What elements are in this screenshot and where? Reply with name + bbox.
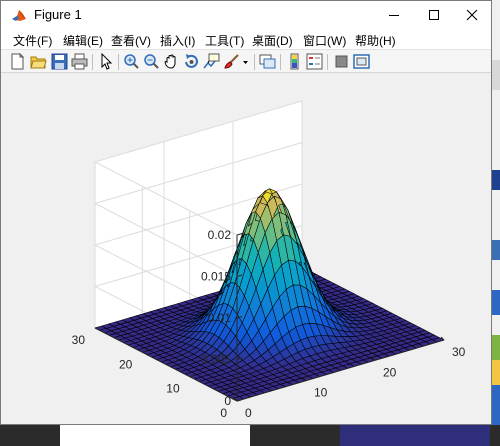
z-tick-label: 0.02 [208, 228, 232, 242]
figure-toolbar [1, 49, 491, 73]
close-icon [466, 9, 478, 21]
x-tick-label: 30 [452, 345, 466, 359]
menu-view[interactable]: 查看(V) [111, 32, 151, 49]
menu-window[interactable]: 窗口(W) [303, 32, 346, 49]
zoom-out-icon[interactable] [143, 53, 160, 70]
close-button[interactable] [449, 1, 495, 29]
figure-window: Figure 1 文件(F) 编辑(E) 查看(V) 插入(I) 工具(T) 桌… [0, 0, 492, 425]
toolbar-separator [254, 54, 255, 70]
save-icon[interactable] [51, 53, 68, 70]
z-tick-label: 0.015 [201, 270, 231, 284]
print-icon[interactable] [71, 53, 88, 70]
matlab-logo-icon [11, 7, 27, 23]
menu-bar: 文件(F) 编辑(E) 查看(V) 插入(I) 工具(T) 桌面(D) 窗口(W… [1, 29, 491, 49]
menu-insert[interactable]: 插入(I) [160, 32, 195, 49]
minimize-icon [389, 15, 399, 16]
toolbar-separator [92, 54, 93, 70]
zoom-in-icon[interactable] [123, 53, 140, 70]
pointer-icon[interactable] [98, 53, 115, 70]
z-tick-label: 0.01 [208, 311, 232, 325]
show-plot-tools-icon[interactable] [353, 53, 370, 70]
menu-help[interactable]: 帮助(H) [355, 32, 396, 49]
menu-desktop[interactable]: 桌面(D) [252, 32, 293, 49]
background-taskbar [0, 425, 500, 446]
maximize-icon [429, 10, 439, 20]
x-tick-label: 10 [314, 386, 328, 400]
brush-icon[interactable] [223, 53, 240, 70]
x-tick-label: 20 [383, 365, 397, 379]
y-tick-label: 20 [119, 357, 133, 371]
surface-plot[interactable]: 00.0050.010.0150.0201020300102030 [1, 73, 491, 424]
legend-icon[interactable] [306, 53, 323, 70]
menu-edit[interactable]: 编辑(E) [63, 32, 103, 49]
menu-file[interactable]: 文件(F) [13, 32, 52, 49]
z-tick-label: 0.005 [201, 353, 231, 367]
y-tick-label: 0 [220, 406, 227, 420]
open-file-icon[interactable] [30, 53, 47, 70]
new-figure-icon[interactable] [9, 53, 26, 70]
title-bar[interactable]: Figure 1 [1, 1, 491, 29]
y-tick-label: 10 [166, 382, 180, 396]
window-title: Figure 1 [34, 7, 82, 22]
brush-dropdown-icon[interactable] [241, 53, 250, 70]
toolbar-separator [327, 54, 328, 70]
data-cursor-icon[interactable] [203, 53, 220, 70]
colorbar-icon[interactable] [286, 53, 303, 70]
y-tick-label: 30 [72, 333, 86, 347]
pan-icon[interactable] [163, 53, 180, 70]
toolbar-separator [280, 54, 281, 70]
figure-canvas[interactable]: 0 0.005 0.01 0.015 0.02 0 10 20 30 0 10 20 30 [1, 73, 491, 424]
x-tick-label: 0 [245, 406, 252, 420]
hide-plot-tools-icon[interactable] [333, 53, 350, 70]
rotate-3d-icon[interactable] [183, 53, 200, 70]
link-plot-icon[interactable] [259, 53, 276, 70]
menu-tools[interactable]: 工具(T) [205, 32, 244, 49]
toolbar-separator [118, 54, 119, 70]
